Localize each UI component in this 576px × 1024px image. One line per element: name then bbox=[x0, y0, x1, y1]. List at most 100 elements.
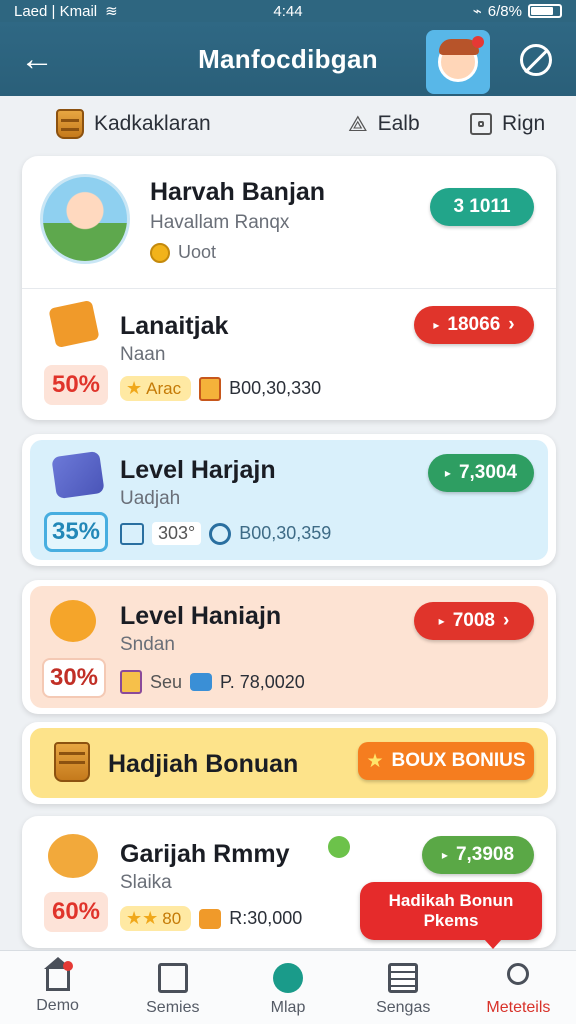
bucket-icon bbox=[56, 109, 84, 139]
block-icon[interactable] bbox=[520, 44, 552, 76]
chip-label: 303° bbox=[152, 522, 202, 545]
card-meta: ★ Arac B00,30,330 bbox=[120, 376, 321, 401]
cake-icon bbox=[190, 673, 213, 691]
nav-label: Mlap bbox=[270, 999, 306, 1016]
nav-label: Demo bbox=[36, 997, 79, 1014]
sub-toolbar: Kadkaklaran ⟁ Ealb Rign bbox=[0, 96, 576, 152]
gift-icon bbox=[48, 299, 100, 349]
percent-badge: 50% bbox=[44, 365, 108, 405]
profile-badge-button[interactable]: 3 1011 bbox=[430, 188, 534, 226]
nav-item-sengas[interactable]: Sengas bbox=[346, 951, 461, 1024]
star-icon: ★★ bbox=[126, 908, 159, 928]
bonus-button[interactable]: ★ BOUX BONIUS bbox=[358, 742, 534, 780]
card-subtitle: Naan bbox=[120, 344, 166, 365]
nav-item-semies[interactable]: Semies bbox=[115, 951, 230, 1024]
avatar-button[interactable] bbox=[426, 30, 490, 94]
chart-icon bbox=[120, 522, 144, 545]
percent-badge: 30% bbox=[42, 658, 106, 698]
amount-label: P. 78,0020 bbox=[220, 671, 305, 692]
bonus-card: Hadjiah Bonuan ★ BOUX BONIUS bbox=[22, 722, 556, 804]
bucket-icon bbox=[54, 742, 90, 782]
fox-icon bbox=[199, 908, 222, 929]
level-card-peach: Level Haniajn Sndan 30% Seu P. 78,0020 ▸… bbox=[22, 580, 556, 714]
character-icon bbox=[48, 834, 98, 878]
fox-icon bbox=[50, 600, 96, 642]
status-bar: Laed | Kmail ≋ 4:44 ⌁ 6/8% bbox=[0, 0, 576, 22]
tooltip-line-2: Pkems bbox=[423, 911, 479, 930]
card-action-button[interactable]: ▸ 7,3908 bbox=[422, 836, 534, 874]
card-action-button[interactable]: ▸ 18066 › bbox=[414, 306, 534, 344]
nav-item-mlap[interactable]: Mlap bbox=[230, 951, 345, 1024]
nav-label: Sengas bbox=[376, 999, 431, 1016]
card-subtitle: Slaika bbox=[120, 872, 172, 893]
button-label: 7008 bbox=[452, 610, 495, 631]
bonus-tooltip[interactable]: Hadikah Bonun Pkems bbox=[360, 882, 542, 949]
battery-label: 6/8% bbox=[487, 2, 522, 20]
rating-chip: ★★ 80 bbox=[120, 906, 192, 931]
play-icon: ▸ bbox=[444, 466, 451, 480]
amount-label: B00,30,330 bbox=[229, 378, 322, 398]
star-icon: ★ bbox=[366, 750, 384, 772]
grid-icon bbox=[157, 963, 188, 993]
map-icon bbox=[273, 963, 303, 993]
play-icon: ▸ bbox=[441, 848, 448, 862]
home-icon bbox=[43, 957, 73, 991]
check-icon bbox=[328, 836, 350, 858]
card-icon bbox=[120, 670, 142, 694]
rating-chip: ★ Arac bbox=[120, 376, 192, 401]
profile-name: Harvah Banjan bbox=[150, 178, 326, 206]
sub-tab-label: Ealb bbox=[377, 112, 420, 135]
chevron-right-icon: › bbox=[508, 314, 515, 335]
button-label: BOUX BONIUS bbox=[391, 750, 526, 771]
card-title: Hadjiah Bonuan bbox=[108, 750, 299, 778]
sub-tab-label: Kadkaklaran bbox=[94, 112, 211, 135]
tooltip-line-1: Hadikah Bonun bbox=[388, 891, 514, 910]
card-title: Garijah Rmmy bbox=[120, 840, 290, 868]
amount-label: B00,30,359 bbox=[239, 523, 332, 543]
profile-subtitle: Havallam Ranqx bbox=[150, 212, 290, 233]
wifi-icon: ≋ bbox=[105, 3, 118, 20]
card-subtitle: Uadjah bbox=[120, 488, 181, 509]
chip-label: Seu bbox=[150, 671, 183, 692]
card-action-button[interactable]: ▸ 7008 › bbox=[414, 602, 534, 640]
nav-item-demo[interactable]: Demo bbox=[0, 951, 115, 1024]
square-icon bbox=[470, 113, 492, 135]
sub-tab-label: Rign bbox=[502, 112, 546, 135]
notification-dot bbox=[472, 36, 484, 48]
card-title: Lanaitjak bbox=[120, 312, 229, 340]
divider bbox=[22, 288, 556, 289]
card-title: Level Harjajn bbox=[120, 456, 276, 484]
girl-avatar-icon bbox=[40, 174, 130, 264]
coin-icon bbox=[150, 242, 170, 263]
nav-label: Semies bbox=[146, 999, 200, 1016]
nav-label: Meteteils bbox=[486, 999, 551, 1016]
card-action-button[interactable]: ▸ 7,3004 bbox=[428, 454, 534, 492]
sub-tab-rign[interactable]: Rign bbox=[470, 112, 545, 136]
box-icon bbox=[199, 376, 222, 401]
chevron-right-icon: › bbox=[502, 610, 510, 631]
button-label: 18066 bbox=[447, 314, 501, 335]
gear-icon bbox=[209, 522, 232, 545]
percent-badge: 60% bbox=[44, 892, 108, 932]
play-icon: ▸ bbox=[433, 318, 440, 332]
amount-label: R:30,000 bbox=[229, 908, 303, 928]
percent-badge: 35% bbox=[44, 512, 108, 552]
sub-tab-ealb[interactable]: ⟁ Ealb bbox=[348, 111, 420, 137]
avatar-icon bbox=[438, 39, 479, 82]
user-icon bbox=[503, 963, 533, 993]
card-title: Level Haniajn bbox=[120, 602, 282, 630]
sub-tab-kadkaklaran[interactable]: Kadkaklaran bbox=[56, 109, 211, 139]
cube-icon bbox=[51, 450, 105, 500]
card-subtitle: Sndan bbox=[120, 634, 175, 655]
button-label: 7,3908 bbox=[455, 844, 515, 865]
pen-icon: ⟁ bbox=[348, 111, 368, 136]
coin-label: Uoot bbox=[178, 242, 217, 262]
app-header: ← Manfocdibgan bbox=[0, 22, 576, 96]
chip-label: 80 bbox=[162, 908, 182, 928]
profile-card: Harvah Banjan Havallam Ranqx Uoot 3 1011… bbox=[22, 156, 556, 420]
level-card-blue: Level Harjajn Uadjah 35% 303° B00,30,359… bbox=[22, 434, 556, 566]
play-icon: ▸ bbox=[438, 614, 445, 628]
signal-icon: ⌁ bbox=[472, 3, 482, 20]
nav-item-meteteils[interactable]: Meteteils bbox=[461, 951, 576, 1024]
bottom-navigation: Demo Semies Mlap Sengas Meteteils bbox=[0, 950, 576, 1024]
